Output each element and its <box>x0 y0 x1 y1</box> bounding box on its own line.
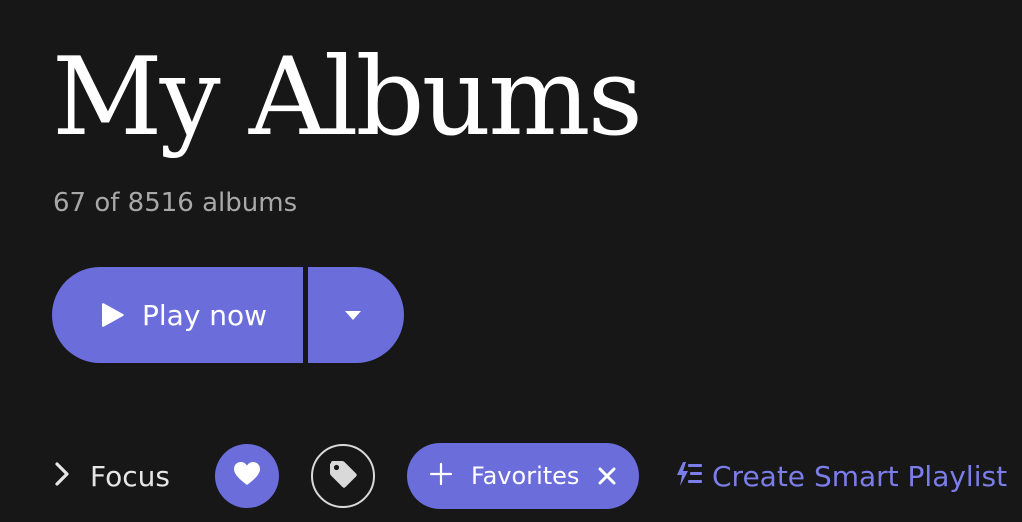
page-title: My Albums <box>52 35 643 160</box>
focus-toggle[interactable]: Focus <box>54 456 170 496</box>
play-now-button[interactable]: Play now <box>52 267 303 363</box>
caret-down-icon <box>344 306 362 325</box>
favorites-filter-chip[interactable]: Favorites <box>407 443 639 509</box>
chevron-right-icon <box>54 461 70 491</box>
tag-icon <box>327 458 359 494</box>
album-count: 67 of 8516 albums <box>53 188 298 218</box>
plus-icon <box>429 462 453 490</box>
favorites-filter-button[interactable] <box>215 444 279 508</box>
close-icon[interactable] <box>597 466 617 486</box>
tag-filter-button[interactable] <box>311 444 375 508</box>
create-smart-playlist-label: Create Smart Playlist <box>712 459 1008 493</box>
focus-label: Focus <box>90 459 170 493</box>
albums-page: My Albums 67 of 8516 albums Play now Foc… <box>0 0 1022 522</box>
heart-icon <box>233 461 261 491</box>
play-icon <box>100 301 126 329</box>
smart-playlist-icon <box>674 460 704 492</box>
create-smart-playlist-link[interactable]: Create Smart Playlist <box>674 456 1007 496</box>
favorites-chip-label: Favorites <box>471 462 580 490</box>
play-now-label: Play now <box>142 298 268 332</box>
play-options-dropdown-button[interactable] <box>308 267 404 363</box>
play-button-group: Play now <box>52 267 404 363</box>
